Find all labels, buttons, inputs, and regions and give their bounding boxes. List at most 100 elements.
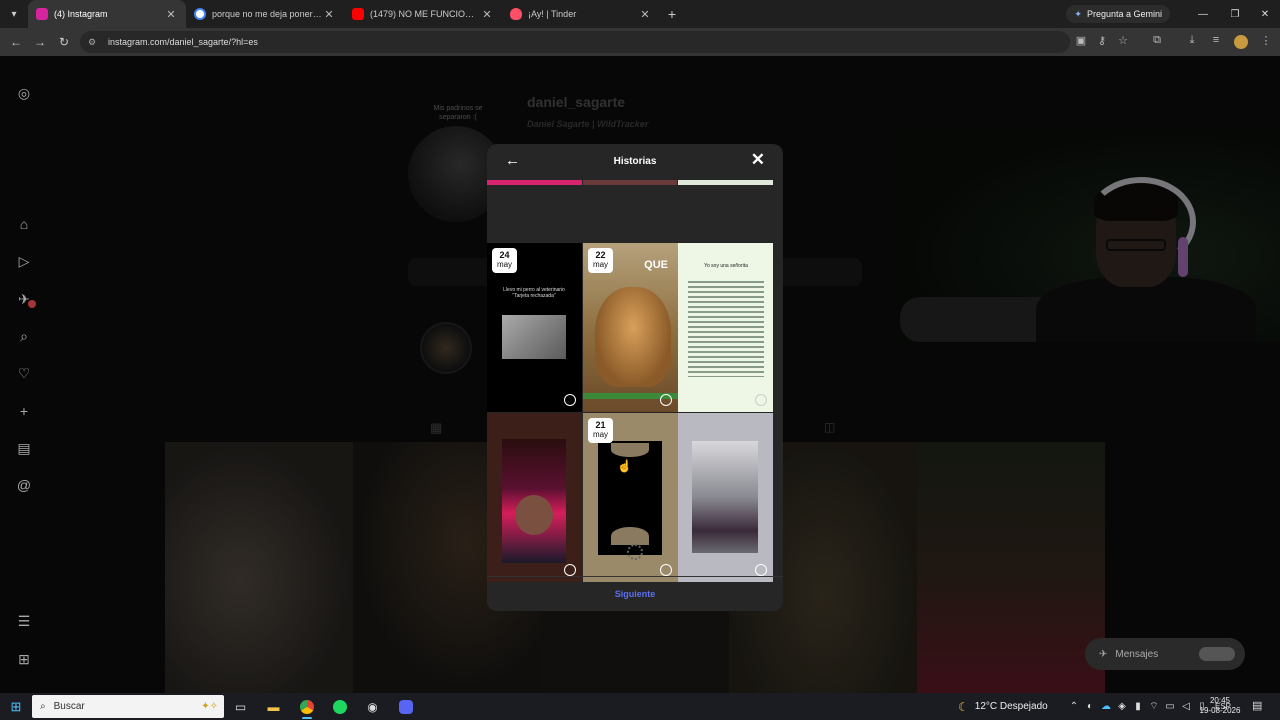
ask-gemini-button[interactable]: ✦ Pregunta a Gemini	[1066, 5, 1170, 23]
tray-app-icon[interactable]: ◐	[1082, 701, 1098, 712]
screen-share-icon[interactable]: ▣	[1073, 34, 1089, 47]
spotify-icon[interactable]	[323, 693, 356, 720]
story-strip	[487, 180, 582, 185]
story-month: may	[496, 260, 513, 269]
extensions-icon[interactable]: ⧉	[1149, 34, 1165, 47]
password-key-icon[interactable]: ⚷	[1094, 34, 1110, 47]
tab-title: (1479) NO ME FUNCIONA LA C	[370, 9, 480, 19]
story-strip	[583, 180, 677, 185]
search-icon[interactable]: ⌕	[14, 326, 34, 346]
story-text-block	[688, 281, 764, 377]
messages-icon: ✈	[1099, 648, 1108, 660]
new-tab-button[interactable]: +	[660, 6, 684, 22]
select-circle[interactable]	[755, 394, 767, 406]
story-date-badge: 24 may	[492, 248, 517, 273]
minimize-button[interactable]: —	[1186, 0, 1220, 28]
onedrive-icon[interactable]: ☁	[1098, 701, 1114, 712]
select-circle[interactable]	[755, 564, 767, 576]
weather-widget[interactable]: ☾ 12°C Despejado	[958, 693, 1048, 720]
story-month: may	[592, 430, 609, 439]
reload-icon[interactable]: ↻	[52, 35, 76, 49]
story-person	[515, 495, 553, 535]
site-info-icon[interactable]: ⚙	[88, 37, 100, 48]
close-tab-icon[interactable]: ✕	[322, 8, 336, 21]
story-day: 22	[595, 250, 606, 260]
select-circle[interactable]	[660, 564, 672, 576]
file-explorer-icon[interactable]: ▬	[257, 693, 290, 720]
chevron-up-icon[interactable]: ⌃	[1066, 701, 1082, 712]
instagram-logo-icon[interactable]: ◎	[14, 83, 34, 103]
discord-icon[interactable]	[389, 693, 422, 720]
clock-date: 19-08-2026	[1199, 706, 1241, 715]
task-view-icon[interactable]: ▭	[224, 693, 257, 720]
modal-header: ← Historias ✕	[487, 144, 783, 178]
download-icon[interactable]: ⤓	[1184, 34, 1200, 47]
close-icon[interactable]: ✕	[751, 150, 765, 170]
forward-icon[interactable]: →	[28, 35, 52, 49]
close-window-button[interactable]: ✕	[1248, 0, 1280, 28]
obs-icon[interactable]: ◉	[356, 693, 389, 720]
microphone-icon[interactable]: ▮	[1130, 701, 1146, 712]
weather-text: 12°C Despejado	[974, 701, 1048, 712]
select-circle[interactable]	[660, 394, 672, 406]
story-thumbnail[interactable]	[678, 413, 773, 582]
story-thumbnail[interactable]: Yo soy una señorita	[678, 243, 773, 412]
youtube-favicon-icon	[352, 8, 364, 20]
tab-youtube[interactable]: (1479) NO ME FUNCIONA LA C ✕	[344, 0, 502, 28]
story-date-badge: 22 may	[588, 248, 613, 273]
tab-instagram[interactable]: (4) Instagram ✕	[28, 0, 186, 28]
dashboard-icon[interactable]: ▤	[14, 438, 34, 458]
home-icon[interactable]: ⌂	[14, 214, 34, 234]
back-arrow-icon[interactable]: ←	[505, 152, 520, 169]
reels-icon[interactable]: ▷	[14, 251, 34, 271]
browser-profile-avatar[interactable]	[1234, 35, 1248, 49]
display-icon[interactable]: ▭	[1162, 701, 1178, 712]
volume-icon[interactable]: ◁	[1178, 701, 1194, 712]
loading-spinner-icon	[627, 544, 643, 560]
close-tab-icon[interactable]: ✕	[480, 8, 494, 21]
select-circle[interactable]	[564, 564, 576, 576]
story-thumbnail[interactable]: 24 may Llevo mi perro al veterinario "Tar…	[487, 243, 582, 412]
tab-google-search[interactable]: porque no me deja poner la ca ✕	[186, 0, 344, 28]
story-thumbnail[interactable]: QUE 22 may	[583, 243, 678, 412]
heart-icon[interactable]: ♡	[14, 363, 34, 383]
close-tab-icon[interactable]: ✕	[638, 8, 652, 21]
story-thumbnail[interactable]	[487, 413, 582, 582]
story-figure-top	[611, 443, 649, 457]
reading-list-icon[interactable]: ≡	[1208, 34, 1224, 46]
tab-search-icon[interactable]: ▾	[0, 0, 28, 28]
instagram-page: Mis padrinos se separaron :( daniel_saga…	[0, 56, 1280, 693]
tray-app-icon[interactable]: ◈	[1114, 701, 1130, 712]
threads-icon[interactable]: @	[14, 475, 34, 495]
windows-start-icon[interactable]: ⊞	[0, 699, 32, 715]
address-bar[interactable]: ⚙ instagram.com/daniel_sagarte/?hl=es	[80, 31, 1070, 53]
restore-button[interactable]: ❐	[1218, 0, 1252, 28]
tab-tinder[interactable]: ¡Ay! | Tinder ✕	[502, 0, 660, 28]
search-icon: ⌕	[40, 701, 46, 712]
tab-title: (4) Instagram	[54, 9, 108, 19]
create-icon[interactable]: +	[14, 401, 34, 421]
tab-title: porque no me deja poner la ca	[212, 9, 322, 19]
back-icon[interactable]: ←	[4, 35, 28, 49]
browser-menu-icon[interactable]: ⋮	[1258, 34, 1274, 47]
story-image	[502, 315, 566, 359]
story-day: 21	[595, 420, 606, 430]
close-tab-icon[interactable]: ✕	[164, 8, 178, 21]
apps-icon[interactable]: ⊞	[14, 649, 34, 669]
story-month: may	[592, 260, 609, 269]
next-button[interactable]: Siguiente	[487, 576, 783, 611]
chrome-icon[interactable]	[290, 693, 323, 720]
tab-title: ¡Ay! | Tinder	[528, 9, 577, 19]
story-figure-bottom	[611, 527, 649, 545]
wifi-icon[interactable]: ⌔	[1146, 700, 1162, 713]
taskbar-clock[interactable]: 20:45 19-08-2026	[1198, 696, 1242, 716]
messages-pill[interactable]: ✈ Mensajes	[1085, 638, 1245, 670]
more-menu-icon[interactable]: ☰	[14, 611, 34, 631]
notification-center-icon[interactable]: ▤	[1252, 699, 1262, 712]
taskbar-search[interactable]: ⌕ Buscar ✦✧	[32, 695, 224, 718]
messages-label: Mensajes	[1115, 648, 1159, 660]
select-circle[interactable]	[564, 394, 576, 406]
bookmark-star-icon[interactable]: ☆	[1115, 34, 1131, 47]
story-date-badge: 21 may	[588, 418, 613, 443]
story-overlay-text: QUE	[644, 259, 668, 271]
